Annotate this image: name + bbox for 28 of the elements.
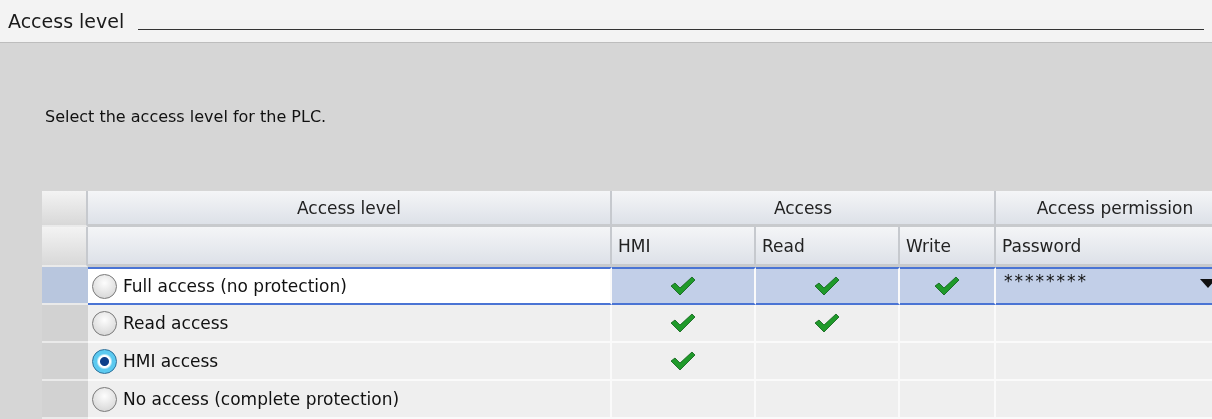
radio-button[interactable]	[92, 310, 117, 336]
column-header: HMI	[612, 227, 756, 267]
table-cell[interactable]: Read access	[88, 305, 612, 343]
dropdown-arrow-icon[interactable]	[1200, 279, 1212, 288]
column-header: Access level	[88, 191, 612, 227]
radio-button[interactable]	[92, 348, 117, 374]
option-label: Read access	[123, 313, 229, 333]
radio-button[interactable]	[92, 273, 117, 299]
table-cell[interactable]: HMI access	[88, 343, 612, 381]
column-header: Access	[612, 191, 996, 227]
instruction-text: Select the access level for the PLC.	[44, 106, 328, 128]
column-header: Password	[996, 227, 1212, 267]
section-title: Access level	[8, 10, 125, 32]
radio-button[interactable]	[92, 386, 117, 412]
column-header: Access permission	[996, 191, 1212, 227]
checkmark-icon	[814, 313, 840, 333]
checkmark-icon	[814, 276, 840, 296]
checkmark-icon	[670, 313, 696, 333]
column-header: Read	[756, 227, 900, 267]
column-header: Write	[900, 227, 996, 267]
checkmark-icon	[670, 351, 696, 371]
checkmark-icon	[934, 276, 960, 296]
table-cell[interactable]: Full access (no protection)	[88, 267, 612, 305]
table-cell[interactable]: No access (complete protection)	[88, 381, 612, 419]
option-label: HMI access	[123, 351, 219, 371]
option-label: Full access (no protection)	[123, 276, 347, 296]
checkmark-icon	[670, 276, 696, 296]
option-label: No access (complete protection)	[123, 389, 400, 409]
